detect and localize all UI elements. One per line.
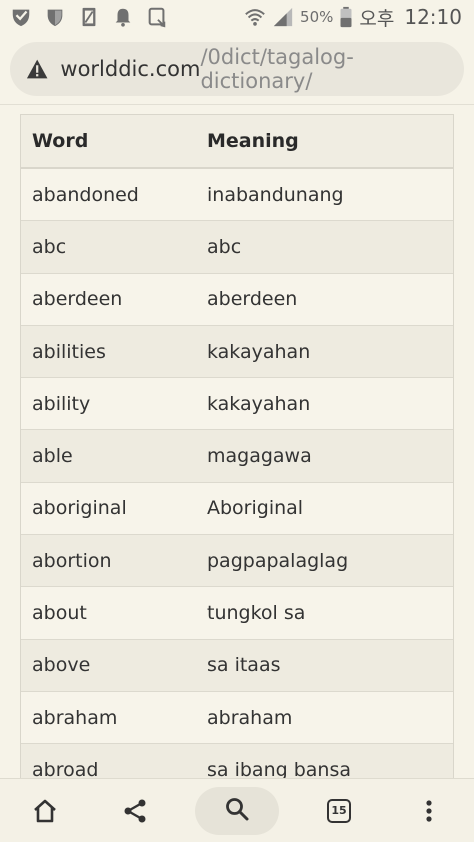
word-cell: able	[32, 445, 73, 468]
screen-icon	[146, 6, 168, 28]
table-row: abilities kakayahan	[21, 325, 453, 379]
meaning-cell: sa itaas	[207, 654, 281, 677]
header-meaning: Meaning	[207, 130, 299, 152]
word-cell: abraham	[32, 706, 118, 729]
meaning-cell: abraham	[207, 706, 293, 729]
bottom-nav: 15	[0, 778, 474, 842]
table-row: abortion pagpapalaglag	[21, 535, 453, 588]
tabs-button[interactable]: 15	[309, 787, 369, 835]
status-ampm: 오후	[359, 7, 395, 30]
word-cell: about	[32, 602, 87, 625]
meaning-cell: inabandunang	[207, 183, 344, 206]
word-cell: abilities	[32, 340, 106, 363]
tabs-icon: 15	[327, 798, 351, 823]
url-bar[interactable]: worlddic.com/0dict/tagalog-dictionary/	[10, 42, 464, 96]
file-icon	[78, 6, 100, 28]
battery-icon	[339, 6, 353, 28]
table-row: abc abc	[21, 221, 453, 274]
meaning-cell: kakayahan	[207, 392, 311, 415]
header-word: Word	[32, 130, 89, 152]
table-row: above sa itaas	[21, 639, 453, 692]
table-row: abraham abraham	[21, 691, 453, 745]
table-row: able magagawa	[21, 430, 453, 483]
status-left	[10, 6, 168, 28]
word-cell: above	[32, 654, 91, 677]
search-icon	[224, 796, 250, 826]
meaning-cell: tungkol sa	[207, 602, 306, 625]
status-time: 12:10	[404, 5, 462, 29]
share-icon	[121, 797, 149, 825]
word-cell: aboriginal	[32, 497, 127, 520]
meaning-cell: Aboriginal	[207, 497, 304, 520]
table-row: about tungkol sa	[21, 587, 453, 640]
meaning-cell: pagpapalaglag	[207, 549, 349, 572]
table-body: abandoned inabandunang abc abc aberdeen aberd…	[21, 169, 453, 797]
url-path: /0dict/tagalog-dictionary/	[200, 45, 354, 93]
shield-check-icon	[10, 6, 32, 28]
word-cell: ability	[32, 392, 91, 415]
table-row: aboriginal Aboriginal	[21, 482, 453, 536]
status-right: 50% 오후 12:10	[244, 4, 462, 31]
share-button[interactable]	[105, 787, 165, 835]
meaning-cell: magagawa	[207, 445, 312, 468]
dictionary-table: Word Meaning abandoned inabandunang abc abc…	[20, 114, 454, 797]
url-domain: worlddic.com	[60, 57, 201, 81]
wifi-icon	[244, 6, 266, 28]
shield-icon	[44, 6, 66, 28]
word-cell: aberdeen	[32, 288, 123, 311]
bell-icon	[112, 6, 134, 28]
more-button[interactable]	[399, 787, 459, 835]
table-header: Word Meaning	[21, 115, 453, 169]
home-icon	[31, 797, 59, 825]
meaning-cell: abc	[207, 235, 242, 258]
signal-icon	[272, 6, 294, 28]
divider	[0, 104, 474, 105]
battery-percent: 50%	[300, 8, 334, 26]
search-button[interactable]	[195, 786, 279, 835]
table-row: ability kakayahan	[21, 378, 453, 431]
word-cell: abortion	[32, 549, 112, 572]
status-bar: 50% 오후 12:10	[0, 0, 474, 34]
meaning-cell: aberdeen	[207, 288, 298, 311]
word-cell: abc	[32, 235, 67, 258]
table-row: abandoned inabandunang	[21, 169, 453, 222]
home-button[interactable]	[15, 787, 75, 835]
meaning-cell: kakayahan	[207, 340, 311, 363]
more-icon	[415, 797, 443, 825]
warning-icon[interactable]	[26, 58, 48, 80]
table-row: aberdeen aberdeen	[21, 273, 453, 326]
word-cell: abandoned	[32, 183, 139, 206]
